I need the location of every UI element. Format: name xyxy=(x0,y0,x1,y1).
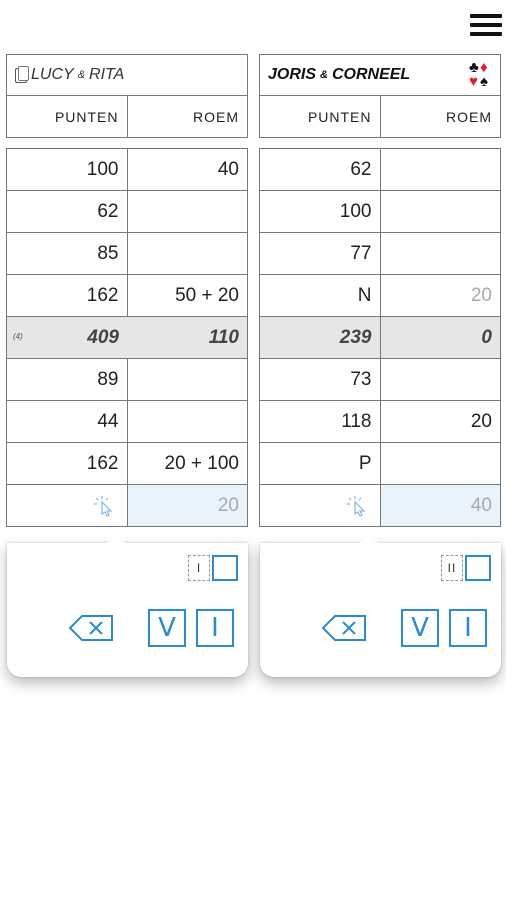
punten-cell[interactable]: P xyxy=(260,443,381,484)
table-row[interactable]: 62 xyxy=(260,149,500,191)
team-column-2: JORIS & CORNEEL ♣ ♦ ♥ ♠ PUNTEN ROEM 62 1… xyxy=(259,54,501,527)
key-row: V I xyxy=(321,609,487,647)
roem-input-cell[interactable]: 20 xyxy=(127,485,247,526)
table-row[interactable]: 85 xyxy=(7,233,247,275)
roem-total: 110 xyxy=(208,326,239,348)
roem-cell[interactable]: 20 + 100 xyxy=(128,443,248,484)
roem-cell[interactable]: 20 xyxy=(381,401,501,442)
col-header-punten: PUNTEN xyxy=(260,96,381,137)
heart-icon: ♥ xyxy=(469,73,478,90)
toggle-group: I xyxy=(188,555,238,581)
punten-cell[interactable]: 85 xyxy=(7,233,128,274)
spade-icon: ♠ xyxy=(480,73,488,90)
table-row[interactable]: 100 40 xyxy=(7,149,247,191)
punten-cell[interactable]: 100 xyxy=(260,191,381,232)
roem-cell[interactable]: 40 xyxy=(128,149,248,190)
punten-cell[interactable]: 162 xyxy=(7,275,128,316)
player-name-1: LUCY xyxy=(31,66,74,83)
team-column-1: LUCY & RITA PUNTEN ROEM 100 40 62 85 162… xyxy=(6,54,248,527)
backspace-icon[interactable] xyxy=(68,612,116,644)
col-header-punten: PUNTEN xyxy=(7,96,128,137)
column-headers-1: PUNTEN ROEM xyxy=(6,96,248,138)
punten-input-cell[interactable] xyxy=(260,485,381,526)
keypad-notch xyxy=(360,535,378,543)
keypad-team-1: I V I xyxy=(7,535,248,677)
roem-cell[interactable]: 50 + 20 xyxy=(128,275,248,316)
punten-cell[interactable]: N xyxy=(260,275,381,316)
score-table-1: 100 40 62 85 162 50 + 20 (4) 409 110 89 … xyxy=(6,148,248,527)
player-name-1: JORIS xyxy=(268,66,317,83)
table-row[interactable]: 118 20 xyxy=(260,401,500,443)
tap-pointer-icon xyxy=(347,496,366,517)
table-row[interactable]: 100 xyxy=(260,191,500,233)
table-row[interactable]: 77 xyxy=(260,233,500,275)
roem-cell[interactable]: 20 xyxy=(381,275,501,316)
table-row[interactable]: 44 xyxy=(7,401,247,443)
column-headers-2: PUNTEN ROEM xyxy=(259,96,501,138)
roem-cell[interactable] xyxy=(128,191,248,232)
roem-cell[interactable] xyxy=(128,401,248,442)
punten-cell[interactable]: 100 xyxy=(7,149,128,190)
keypad-notch xyxy=(107,535,125,543)
table-row[interactable]: P xyxy=(260,443,500,485)
backspace-icon[interactable] xyxy=(321,612,369,644)
tap-pointer-icon xyxy=(94,496,113,517)
toggle-group: II xyxy=(441,555,491,581)
roem-cell[interactable] xyxy=(381,191,501,232)
table-row[interactable]: 73 xyxy=(260,359,500,401)
punten-total: 239 xyxy=(260,317,381,358)
roem-cell[interactable] xyxy=(381,149,501,190)
cards-icon xyxy=(15,65,29,83)
roem-total: 0 xyxy=(481,326,492,348)
roem-cell[interactable] xyxy=(381,359,501,400)
player-name-2: RITA xyxy=(89,66,125,83)
table-row[interactable]: 162 20 + 100 xyxy=(7,443,247,485)
input-row[interactable]: 20 xyxy=(7,485,247,527)
v-button[interactable]: V xyxy=(148,609,186,647)
player-name-2: CORNEEL xyxy=(331,66,411,83)
key-row: V I xyxy=(68,609,234,647)
i-button[interactable]: I xyxy=(449,609,487,647)
team-header-2[interactable]: JORIS & CORNEEL ♣ ♦ ♥ ♠ xyxy=(259,54,501,96)
i-button[interactable]: I xyxy=(196,609,234,647)
ampersand: & xyxy=(320,69,328,81)
punten-cell[interactable]: 62 xyxy=(7,191,128,232)
punten-total: 409 xyxy=(87,326,119,348)
toggle-label: II xyxy=(441,555,463,581)
subtotal-row: 239 0 xyxy=(260,317,500,359)
subtotal-row: (4) 409 110 xyxy=(7,317,247,359)
punten-cell[interactable]: 77 xyxy=(260,233,381,274)
roem-cell[interactable] xyxy=(128,359,248,400)
keypad-team-2: II V I xyxy=(260,535,501,677)
input-row[interactable]: 40 xyxy=(260,485,500,527)
toggle-checkbox[interactable] xyxy=(465,555,491,581)
ampersand: & xyxy=(77,69,86,81)
roem-cell[interactable] xyxy=(381,443,501,484)
toggle-label: I xyxy=(188,555,210,581)
score-table-2: 62 100 77 N 20 239 0 73 118 20 P 40 xyxy=(259,148,501,527)
table-row[interactable]: 62 xyxy=(7,191,247,233)
roem-cell[interactable] xyxy=(128,233,248,274)
hamburger-menu-icon[interactable] xyxy=(470,14,502,40)
v-button[interactable]: V xyxy=(401,609,439,647)
punten-cell[interactable]: 44 xyxy=(7,401,128,442)
roem-input-cell[interactable]: 40 xyxy=(380,485,500,526)
col-header-roem: ROEM xyxy=(193,108,239,125)
punten-input-cell[interactable] xyxy=(7,485,128,526)
table-row[interactable]: 89 xyxy=(7,359,247,401)
punten-cell[interactable]: 62 xyxy=(260,149,381,190)
table-row[interactable]: N 20 xyxy=(260,275,500,317)
team-header-1[interactable]: LUCY & RITA xyxy=(6,54,248,96)
round-count-marker: (4) xyxy=(13,332,23,341)
punten-cell[interactable]: 89 xyxy=(7,359,128,400)
table-row[interactable]: 162 50 + 20 xyxy=(7,275,247,317)
roem-cell[interactable] xyxy=(381,233,501,274)
toggle-checkbox[interactable] xyxy=(212,555,238,581)
punten-cell[interactable]: 118 xyxy=(260,401,381,442)
punten-cell[interactable]: 162 xyxy=(7,443,128,484)
punten-cell[interactable]: 73 xyxy=(260,359,381,400)
card-suits-icon: ♣ ♦ ♥ ♠ xyxy=(466,59,494,93)
col-header-roem: ROEM xyxy=(446,108,492,125)
